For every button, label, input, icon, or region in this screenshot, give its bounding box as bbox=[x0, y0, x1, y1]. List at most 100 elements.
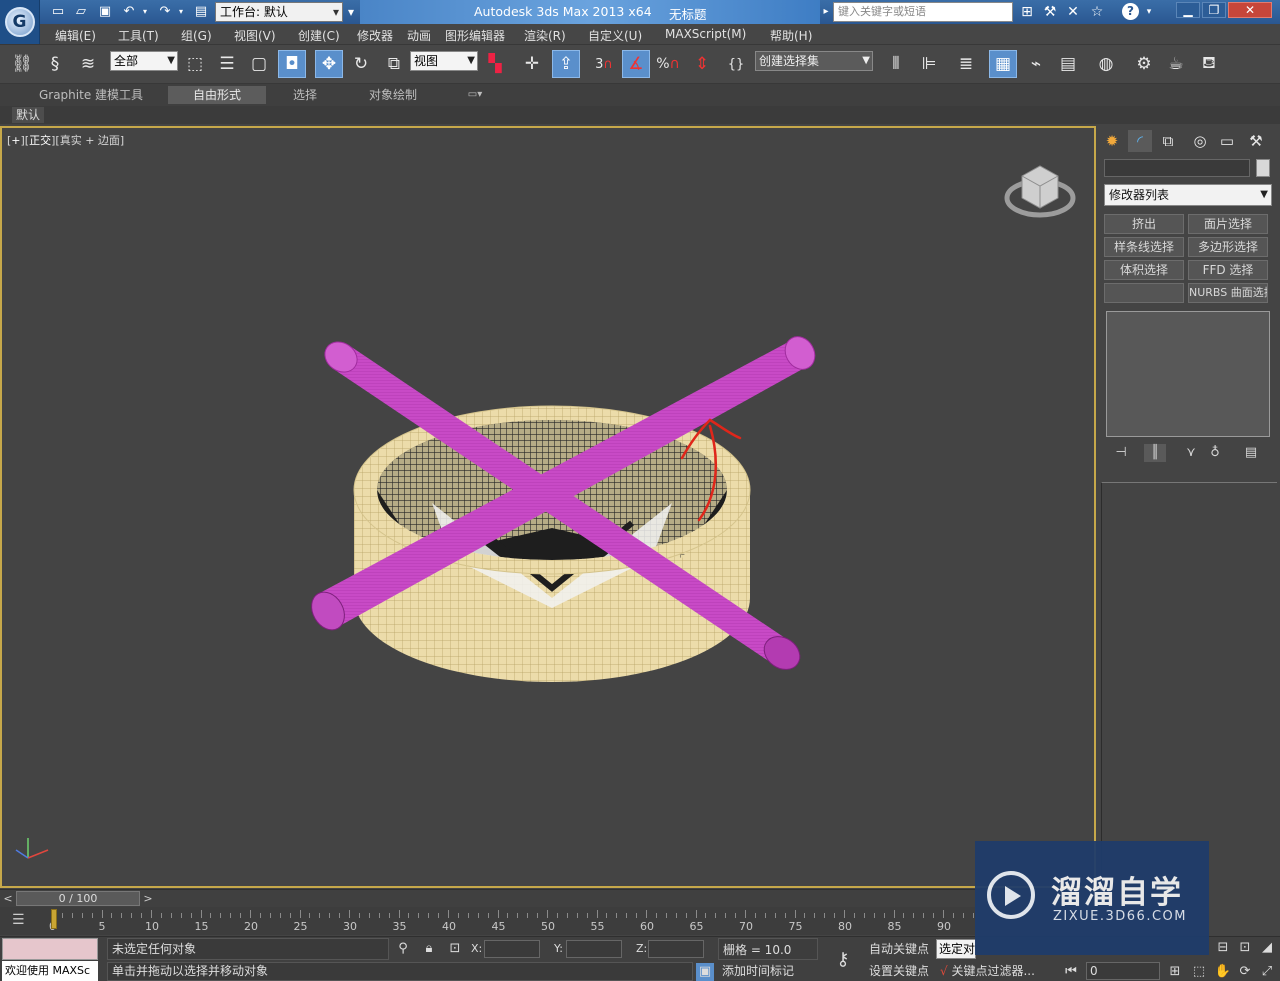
set-key-icon[interactable]: ⚷ bbox=[826, 945, 860, 975]
close-button[interactable]: ✕ bbox=[1228, 2, 1272, 18]
patch-select-button[interactable]: 面片选择 bbox=[1188, 214, 1268, 234]
snaps-toggle-icon[interactable]: 3 ∩ bbox=[590, 50, 618, 78]
maximize-viewport-icon[interactable]: ⤢ bbox=[1258, 963, 1276, 981]
communication-icon[interactable]: ✕ bbox=[1063, 3, 1083, 21]
align-icon[interactable]: ⊫ bbox=[915, 50, 943, 78]
playhead[interactable] bbox=[51, 909, 57, 929]
select-and-move-icon[interactable]: ✥ bbox=[315, 50, 343, 78]
ffd-select-button[interactable]: FFD 选择 bbox=[1188, 260, 1268, 280]
current-frame-field[interactable]: 0 bbox=[1086, 962, 1160, 980]
undo-dropdown-icon[interactable]: ▾ bbox=[140, 3, 150, 21]
spinner-snap-icon[interactable]: ⇕ bbox=[688, 50, 716, 78]
save-icon[interactable]: ▣ bbox=[96, 3, 114, 21]
z-coordinate-field[interactable] bbox=[648, 940, 704, 958]
perspective-viewport[interactable]: [+][正交][真实 + 边面] bbox=[0, 126, 1096, 888]
pan-view-icon[interactable]: ✋ bbox=[1214, 963, 1232, 981]
redo-dropdown-icon[interactable]: ▾ bbox=[176, 3, 186, 21]
motion-tab-icon[interactable]: ◎ bbox=[1188, 130, 1212, 152]
menu-animation[interactable]: 动画 bbox=[407, 27, 431, 44]
layer-manager-icon[interactable]: ≣ bbox=[952, 50, 980, 78]
view-cube[interactable] bbox=[1004, 165, 1076, 218]
isolate-selection-icon[interactable]: ⚲ bbox=[394, 940, 412, 958]
undo-icon[interactable]: ↶ bbox=[120, 3, 138, 21]
material-editor-icon[interactable]: ◍ bbox=[1092, 50, 1120, 78]
workspace-dropdown[interactable]: 工作台: 默认 ▾ bbox=[215, 2, 343, 22]
orbit-icon[interactable]: ⟳ bbox=[1236, 963, 1254, 981]
time-slider[interactable]: 0 / 100 bbox=[16, 891, 140, 906]
auto-key-button[interactable]: 自动关键点 bbox=[866, 938, 932, 960]
display-tab-icon[interactable]: ▭ bbox=[1215, 130, 1239, 152]
select-manipulate-icon[interactable]: ✛ bbox=[518, 50, 546, 78]
keyboard-shortcut-override-icon[interactable]: ⇪ bbox=[552, 50, 580, 78]
menu-views[interactable]: 视图(V) bbox=[234, 27, 276, 44]
angle-snap-icon[interactable]: ∡ bbox=[622, 50, 650, 78]
absolute-mode-icon[interactable]: ⊡ bbox=[446, 940, 464, 958]
binoculars-icon[interactable]: ⊞ bbox=[1017, 3, 1037, 21]
key-mode-toggle-icon[interactable]: ⏮ bbox=[1062, 963, 1080, 981]
zoom-region-icon[interactable]: ⬚ bbox=[1190, 963, 1208, 981]
select-and-rotate-icon[interactable]: ↻ bbox=[347, 50, 375, 78]
ribbon-options-dropdown-icon[interactable]: ▭▾ bbox=[460, 86, 490, 104]
scene-explorer-icon[interactable]: ▦ bbox=[989, 50, 1017, 78]
track-bar[interactable]: ☰ 051015202530354045505560657075808590 bbox=[0, 907, 980, 935]
object-name-field[interactable] bbox=[1104, 159, 1250, 177]
y-coordinate-field[interactable] bbox=[566, 940, 622, 958]
quick-access-dropdown-icon[interactable]: ▾ bbox=[344, 2, 358, 22]
make-unique-icon[interactable]: ⋎ bbox=[1180, 444, 1202, 462]
object-color-swatch[interactable] bbox=[1256, 159, 1270, 177]
render-production-icon[interactable]: ⛾ bbox=[1195, 50, 1223, 78]
menu-group[interactable]: 组(G) bbox=[181, 27, 212, 44]
reference-coord-dropdown[interactable]: 视图 ▼ bbox=[410, 51, 478, 71]
new-file-icon[interactable]: ▭ bbox=[49, 3, 67, 21]
named-selection-dropdown[interactable]: 创建选择集 ▼ bbox=[755, 51, 873, 71]
subscription-icon[interactable]: ⚒ bbox=[1040, 3, 1060, 21]
spline-select-button[interactable]: 样条线选择 bbox=[1104, 237, 1184, 257]
rendered-frame-window-icon[interactable]: ☕ bbox=[1162, 50, 1190, 78]
unlink-icon[interactable]: § bbox=[41, 50, 69, 78]
volume-select-button[interactable]: 体积选择 bbox=[1104, 260, 1184, 280]
help-icon[interactable]: ? bbox=[1122, 3, 1139, 20]
selected-set-dropdown[interactable]: 选定对 bbox=[936, 939, 976, 959]
prev-frame-arrow-icon[interactable]: < bbox=[1, 891, 15, 906]
next-frame-arrow-icon[interactable]: > bbox=[141, 891, 155, 906]
expand-arrow-icon[interactable]: ▸ bbox=[821, 3, 831, 21]
tab-freeform[interactable]: 自由形式 bbox=[168, 86, 266, 104]
restore-button[interactable]: ❐ bbox=[1202, 2, 1226, 18]
menu-edit[interactable]: 编辑(E) bbox=[55, 27, 96, 44]
menu-tools[interactable]: 工具(T) bbox=[118, 27, 159, 44]
bind-space-warp-icon[interactable]: ≋ bbox=[74, 50, 102, 78]
poly-select-button[interactable]: 多边形选择 bbox=[1188, 237, 1268, 257]
tab-graphite-modeling[interactable]: Graphite 建模工具 bbox=[30, 86, 152, 104]
zoom-all-icon[interactable]: ⊟ bbox=[1214, 939, 1232, 957]
modifier-list-dropdown[interactable]: 修改器列表 ▼ bbox=[1104, 184, 1272, 206]
nurbs-surface-select-button[interactable]: NURBS 曲面选择 bbox=[1188, 283, 1268, 303]
configure-modifier-sets-icon[interactable]: ▤ bbox=[1240, 444, 1262, 462]
edit-named-selection-icon[interactable]: {} bbox=[722, 50, 750, 78]
link-icon[interactable]: ⛓ bbox=[8, 50, 36, 78]
schematic-view-icon[interactable]: ▤ bbox=[1054, 50, 1082, 78]
key-filters-button[interactable]: √ 关键点过滤器... bbox=[940, 962, 1050, 981]
extrude-button[interactable]: 挤出 bbox=[1104, 214, 1184, 234]
create-tab-icon[interactable]: ✹ bbox=[1100, 130, 1124, 152]
selection-lock-icon[interactable]: 🔒︎ bbox=[420, 940, 438, 958]
tab-selection[interactable]: 选择 bbox=[280, 86, 330, 104]
project-folder-icon[interactable]: ▤ bbox=[192, 3, 210, 21]
show-end-result-icon[interactable]: ║ bbox=[1144, 444, 1166, 462]
empty-modifier-button[interactable] bbox=[1104, 283, 1184, 303]
time-tag-icon[interactable]: ▣ bbox=[696, 963, 714, 981]
hierarchy-tab-icon[interactable]: ⧉ bbox=[1156, 130, 1180, 152]
redo-icon[interactable]: ↷ bbox=[156, 3, 174, 21]
render-setup-icon[interactable]: ⚙ bbox=[1130, 50, 1158, 78]
menu-customize[interactable]: 自定义(U) bbox=[588, 27, 642, 44]
app-menu-button[interactable]: G bbox=[0, 0, 40, 44]
menu-maxscript[interactable]: MAXScript(M) bbox=[665, 27, 746, 41]
mirror-icon[interactable]: ⫴ bbox=[882, 50, 910, 78]
field-of-view-icon[interactable]: ◢ bbox=[1258, 939, 1276, 957]
select-object-icon[interactable]: ⬚ bbox=[181, 50, 209, 78]
add-time-tag-button[interactable]: 添加时间标记 bbox=[718, 962, 818, 981]
utilities-tab-icon[interactable]: ⚒ bbox=[1244, 130, 1268, 152]
zoom-extents-icon[interactable]: ⊞ bbox=[1166, 963, 1184, 981]
menu-help[interactable]: 帮助(H) bbox=[770, 27, 812, 44]
menu-rendering[interactable]: 渲染(R) bbox=[524, 27, 566, 44]
pin-stack-icon[interactable]: ⊣ bbox=[1110, 444, 1132, 462]
